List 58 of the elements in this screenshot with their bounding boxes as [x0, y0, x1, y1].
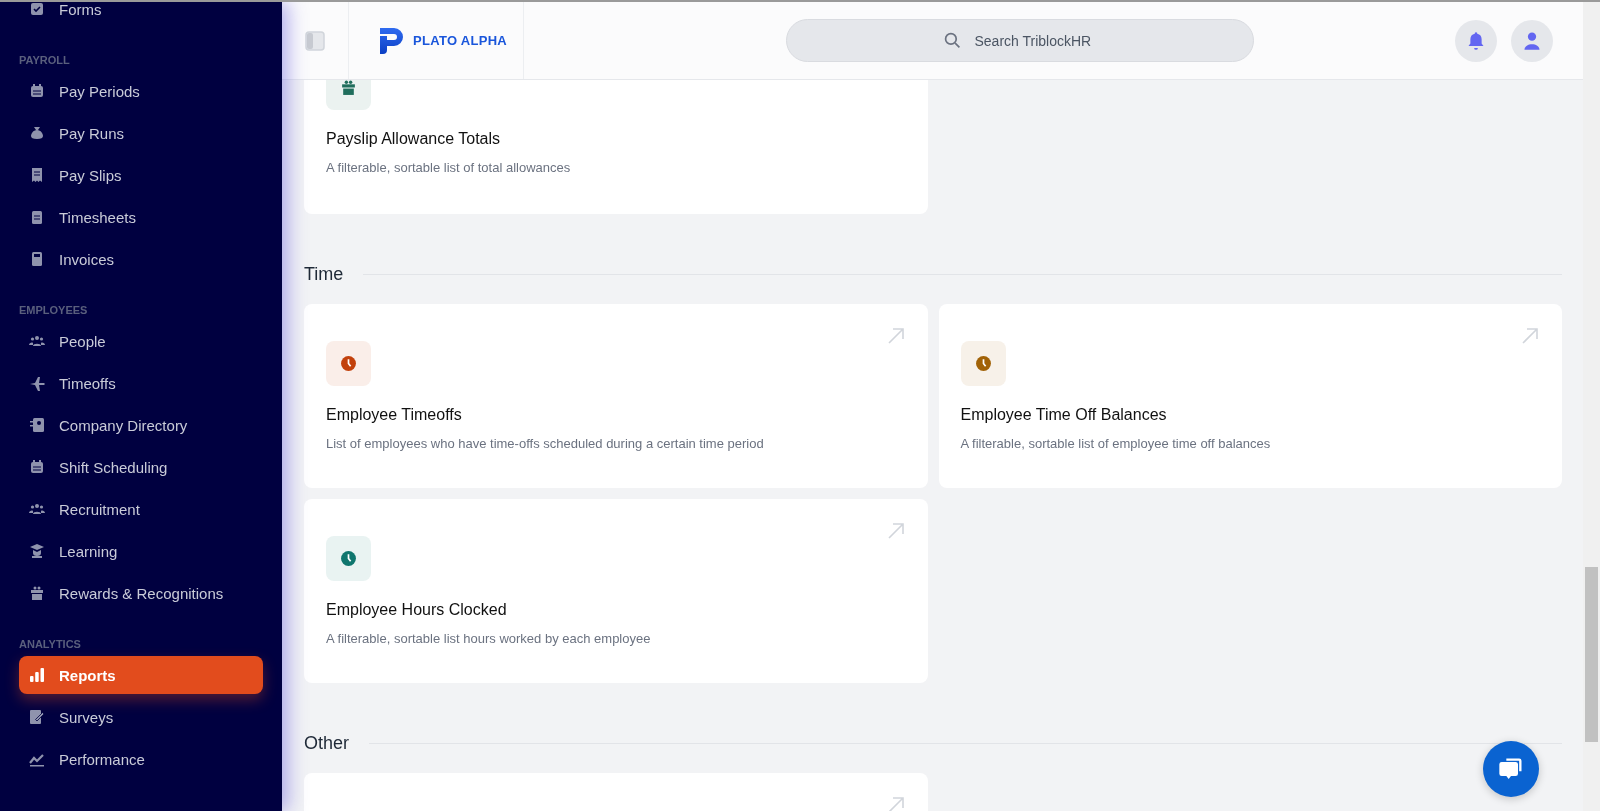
- bag-icon: [29, 125, 45, 141]
- sidebar-item[interactable]: Timesheets: [19, 196, 263, 238]
- card-title: Employee Time Off Balances: [960, 406, 1168, 424]
- cal-icon: [29, 459, 45, 475]
- card-title: Payslip Allowance Totals: [326, 130, 502, 148]
- search-icon: [943, 32, 961, 49]
- card-description: A filterable, sortable list hours worked by each employee: [326, 631, 652, 646]
- search-field[interactable]: Search TriblockHR: [785, 19, 1254, 62]
- sidebar-item[interactable]: Surveys: [19, 696, 263, 738]
- sidebar-item[interactable]: Company Directory: [19, 404, 263, 446]
- edit-icon: [29, 709, 45, 725]
- cal-icon: [29, 83, 45, 99]
- people-icon: [29, 501, 45, 517]
- gift-icon: [29, 585, 45, 601]
- receipt-icon: [29, 167, 45, 183]
- section-heading: ANALYTICS: [19, 637, 82, 652]
- sidebar-item[interactable]: Timeoffs: [19, 362, 263, 404]
- scrollbar[interactable]: [1583, 2, 1600, 811]
- sidebar-item[interactable]: Pay Slips: [19, 154, 263, 196]
- card-title: Employee Timeoffs: [326, 406, 463, 424]
- sidebar-item[interactable]: Learning: [19, 530, 263, 572]
- contact-icon: [29, 417, 45, 433]
- sidebar-item[interactable]: Forms: [19, 2, 263, 30]
- section-title: Time: [304, 264, 344, 285]
- logo-text: PLATO ALPHA: [413, 33, 508, 48]
- report-card[interactable]: Employee Time Off Balances A filterable, sortable list of employee time off balances: [938, 304, 1562, 488]
- chat-button[interactable]: [1483, 741, 1539, 797]
- sidebar-item[interactable]: Recruitment: [19, 488, 263, 530]
- sidebar-item[interactable]: Performance: [19, 738, 263, 780]
- grad-icon: [29, 543, 45, 559]
- people-icon: [29, 333, 45, 349]
- section-title: Other: [304, 733, 350, 754]
- section-heading: PAYROLL: [19, 53, 71, 68]
- card-description: A filterable, sortable list of total allowances: [326, 160, 572, 175]
- section-heading: EMPLOYEES: [19, 303, 89, 318]
- report-card[interactable]: Payslip Allowance Totals A filterable, sortable list of total allowances: [304, 80, 928, 214]
- card-title: Employee Hours Clocked: [326, 601, 508, 619]
- user-icon: [1522, 30, 1542, 51]
- bars-icon: [29, 667, 45, 683]
- report-card[interactable]: Employee Hours Clocked A filterable, sortable list hours worked by each employee: [304, 499, 928, 683]
- sidebar-item[interactable]: Shift Scheduling: [19, 446, 263, 488]
- clip-icon: [29, 209, 45, 225]
- sidebar-item[interactable]: People: [19, 320, 263, 362]
- notifications-button[interactable]: [1455, 19, 1497, 62]
- sidebar-toggle-icon[interactable]: [305, 30, 325, 51]
- card-description: A filterable, sortable list of employee time off balances: [960, 436, 1272, 451]
- report-card[interactable]: Employee Timeoffs List of employees who have time-offs scheduled during a certain time period: [304, 304, 928, 488]
- calc-icon: [29, 251, 45, 267]
- card-description: List of employees who have time-offs scheduled during a certain time period: [326, 436, 765, 451]
- arrow-icon: [1520, 326, 1540, 346]
- sidebar-item[interactable]: Rewards & Recognitions: [19, 572, 263, 614]
- sidebar-item[interactable]: Pay Runs: [19, 112, 263, 154]
- sidebar-item[interactable]: Pay Periods: [19, 70, 263, 112]
- sidebar-item[interactable]: Invoices: [19, 238, 263, 280]
- trend-icon: [29, 751, 45, 767]
- sidebar-item[interactable]: Reports: [19, 656, 263, 694]
- bell-icon: [1466, 30, 1486, 51]
- profile-button[interactable]: [1511, 19, 1553, 62]
